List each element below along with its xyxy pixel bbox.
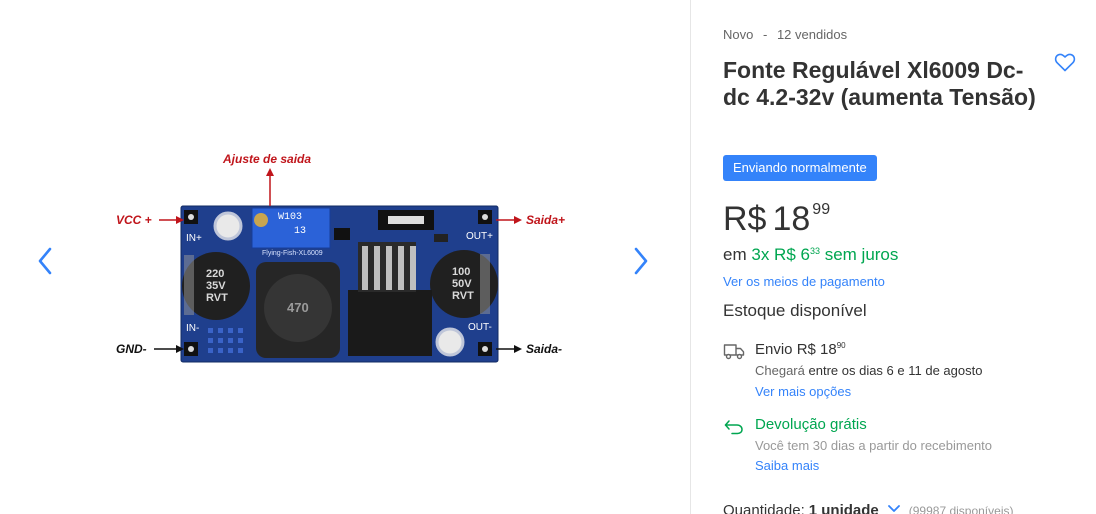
installments-cents: 33 bbox=[809, 246, 820, 256]
board-name: Flying-Fish-XL6009 bbox=[262, 250, 323, 257]
cap-right-text: 100 50V RVT bbox=[452, 266, 474, 302]
shipping-date: Chegará entre os dias 6 e 11 de agosto bbox=[755, 363, 982, 378]
shipping-more-options-link[interactable]: Ver mais opções bbox=[755, 384, 851, 399]
label-out-minus: Saida- bbox=[526, 342, 563, 356]
product-info-panel: Novo - 12 vendidos Fonte Regulável Xl600… bbox=[723, 0, 1083, 514]
cap-right-line: 50V bbox=[452, 278, 472, 290]
returns-learn-more-link[interactable]: Saiba mais bbox=[755, 458, 819, 473]
label-in-plus: IN+ bbox=[186, 233, 202, 244]
chevron-left-icon[interactable] bbox=[30, 244, 60, 278]
separator: - bbox=[762, 27, 768, 42]
product-gallery: Ajuste de saida VCC + Saida+ GND- Saida-… bbox=[0, 0, 690, 514]
label-gnd: GND- bbox=[116, 342, 147, 356]
divider bbox=[690, 0, 691, 514]
inductor-text: 470 bbox=[287, 300, 309, 315]
cap-left-text: 220 35V RVT bbox=[206, 268, 228, 304]
cap-left-line: 220 bbox=[206, 268, 225, 280]
cap-left-line: 35V bbox=[206, 280, 226, 292]
shipping-title: Envio R$ 1890 bbox=[755, 341, 846, 358]
price-currency: R$ bbox=[723, 200, 767, 238]
label-vcc: VCC + bbox=[116, 213, 152, 227]
quantity-selected[interactable]: 1 unidade bbox=[809, 502, 879, 514]
chevron-down-icon[interactable] bbox=[887, 501, 901, 512]
returns-title: Devolução grátis bbox=[755, 416, 867, 433]
installments: em 3x R$ 633 sem juros bbox=[723, 245, 898, 265]
label-adjust: Ajuste de saida bbox=[223, 152, 312, 166]
chevron-right-icon[interactable] bbox=[626, 244, 656, 278]
product-image[interactable]: Ajuste de saida VCC + Saida+ GND- Saida-… bbox=[112, 150, 582, 370]
condition: Novo bbox=[723, 27, 754, 42]
price-integer: 18 bbox=[772, 200, 811, 238]
installments-value: 3x R$ 633 sem juros bbox=[751, 245, 898, 264]
truck-icon bbox=[723, 341, 745, 361]
price-cents: 99 bbox=[812, 201, 831, 218]
return-arrow-icon bbox=[723, 416, 745, 436]
pot-code: W103 bbox=[278, 212, 303, 223]
shipping-arrives-prefix: Chegará bbox=[755, 363, 805, 378]
shipping-label: Envio R$ 18 bbox=[755, 341, 837, 358]
quantity-selector[interactable]: Quantidade: 1 unidade (99987 disponíveis) bbox=[723, 501, 1013, 514]
shipping-cents: 90 bbox=[836, 341, 846, 350]
label-in-minus: IN- bbox=[186, 323, 200, 334]
product-subtitle: Novo - 12 vendidos bbox=[723, 27, 847, 42]
label-out-plus: Saida+ bbox=[526, 213, 566, 227]
label-out-minus-pin: OUT- bbox=[468, 322, 492, 333]
price: R$ 18 99 bbox=[723, 200, 830, 239]
shipping-arrives-text: entre os dias 6 e 11 de agosto bbox=[808, 363, 983, 378]
heart-icon[interactable] bbox=[1053, 50, 1077, 74]
sold-count: 12 vendidos bbox=[776, 27, 848, 42]
installments-count: 3x R$ 6 bbox=[751, 245, 810, 264]
cap-right-line: 100 bbox=[452, 266, 471, 278]
quantity-available: (99987 disponíveis) bbox=[908, 504, 1014, 514]
returns-description: Você tem 30 dias a partir do recebimento bbox=[755, 438, 993, 453]
stock-status: Estoque disponível bbox=[723, 301, 867, 320]
installments-prefix: em bbox=[723, 245, 747, 264]
payment-methods-link[interactable]: Ver os meios de pagamento bbox=[723, 274, 885, 289]
installments-suffix: sem juros bbox=[824, 245, 899, 264]
status-badge: Enviando normalmente bbox=[723, 155, 877, 181]
cap-right-line: RVT bbox=[452, 290, 474, 302]
label-out-plus-pin: OUT+ bbox=[466, 231, 493, 242]
pot-code-2: 13 bbox=[294, 226, 307, 237]
quantity-label: Quantidade: bbox=[723, 502, 805, 514]
product-title: Fonte Regulável Xl6009 Dc-dc 4.2-32v (au… bbox=[723, 57, 1036, 110]
cap-left-line: RVT bbox=[206, 292, 228, 304]
